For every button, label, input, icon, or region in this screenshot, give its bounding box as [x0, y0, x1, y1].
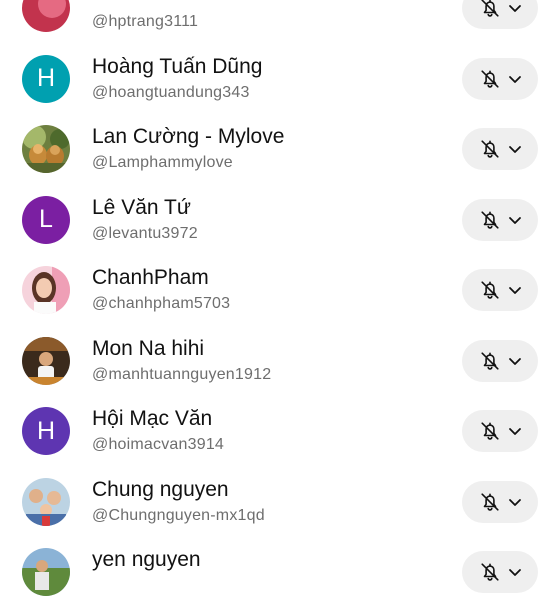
subscription-row[interactable]: ChanhPham @chanhpham5703: [0, 255, 560, 326]
chevron-down-icon: [507, 282, 523, 298]
avatar[interactable]: H: [22, 407, 70, 455]
channel-name[interactable]: Mon Na hihi: [92, 337, 204, 361]
notification-settings-button[interactable]: [462, 128, 538, 170]
notification-settings-button[interactable]: [462, 57, 538, 100]
chevron-down-icon: [507, 353, 523, 369]
bell-off-icon: [478, 137, 502, 161]
subscription-row[interactable]: @hptrang3111: [0, 0, 560, 44]
channel-handle: @hptrang3111: [92, 13, 199, 30]
avatar[interactable]: [22, 125, 70, 173]
avatar-initial: L: [39, 205, 53, 233]
notification-settings-button[interactable]: [462, 410, 538, 452]
notification-settings-button[interactable]: [462, 0, 538, 29]
channel-name[interactable]: Lan Cường - Mylove: [92, 125, 284, 149]
chevron-down-icon: [507, 212, 523, 228]
subscription-list: @hptrang3111 H Hoàng Tuấn Dũng @hoangtuandu…: [0, 0, 560, 608]
notification-settings-button[interactable]: [462, 269, 538, 311]
subscription-row[interactable]: H Hội Mạc Văn @hoimacvan3914: [0, 396, 560, 467]
bell-off-icon: [478, 0, 502, 20]
subscription-row[interactable]: Mon Na hihi @manhtuannguyen1912: [0, 326, 560, 397]
bell-off-icon: [478, 67, 502, 91]
bell-off-icon: [478, 278, 502, 302]
avatar[interactable]: [22, 0, 70, 32]
notification-settings-button[interactable]: [462, 480, 538, 523]
chevron-down-icon: [507, 141, 523, 157]
chevron-down-icon: [507, 564, 523, 580]
bell-off-icon: [478, 419, 502, 443]
chevron-down-icon: [507, 494, 523, 510]
subscription-row[interactable]: L Lê Văn Tứ @levantu3972: [0, 185, 560, 256]
notification-settings-button[interactable]: [462, 339, 538, 382]
avatar[interactable]: [22, 266, 70, 314]
channel-handle: @hoimacvan3914: [92, 436, 225, 453]
subscription-row[interactable]: yen nguyen: [0, 537, 560, 608]
channel-handle: @levantu3972: [92, 224, 198, 242]
avatar[interactable]: H: [22, 54, 70, 103]
channel-name[interactable]: Hội Mạc Văn: [92, 407, 212, 431]
channel-handle: @manhtuannguyen1912: [92, 365, 272, 383]
chevron-down-icon: [507, 71, 523, 87]
channel-name[interactable]: Lê Văn Tứ: [92, 196, 191, 220]
channel-name[interactable]: Chung nguyen: [92, 478, 229, 502]
chevron-down-icon: [507, 0, 523, 16]
channel-name[interactable]: Hoàng Tuấn Dũng: [92, 55, 262, 79]
avatar[interactable]: [22, 477, 70, 526]
channel-name[interactable]: ChanhPham: [92, 266, 209, 290]
notification-settings-button[interactable]: [462, 551, 538, 593]
channel-name[interactable]: yen nguyen: [92, 548, 201, 572]
notification-settings-button[interactable]: [462, 198, 538, 241]
channel-handle: @Chungnguyen-mx1qd: [92, 506, 265, 524]
subscription-row[interactable]: Lan Cường - Mylove @Lamphammylove: [0, 114, 560, 185]
bell-off-icon: [478, 208, 502, 232]
channel-handle: @Lamphammylove: [92, 154, 233, 171]
avatar-initial: H: [36, 416, 56, 445]
subscription-row[interactable]: Chung nguyen @Chungnguyen-mx1qd: [0, 467, 560, 538]
bell-off-icon: [478, 560, 502, 584]
subscription-row[interactable]: H Hoàng Tuấn Dũng @hoangtuandung343: [0, 44, 560, 115]
avatar[interactable]: [22, 336, 70, 385]
channel-handle: @hoangtuandung343: [92, 83, 250, 101]
bell-off-icon: [478, 349, 502, 373]
chevron-down-icon: [507, 423, 523, 439]
avatar[interactable]: L: [22, 195, 70, 244]
bell-off-icon: [478, 490, 502, 514]
avatar-initial: H: [36, 64, 56, 92]
channel-handle: @chanhpham5703: [92, 295, 231, 312]
avatar[interactable]: [22, 548, 70, 596]
